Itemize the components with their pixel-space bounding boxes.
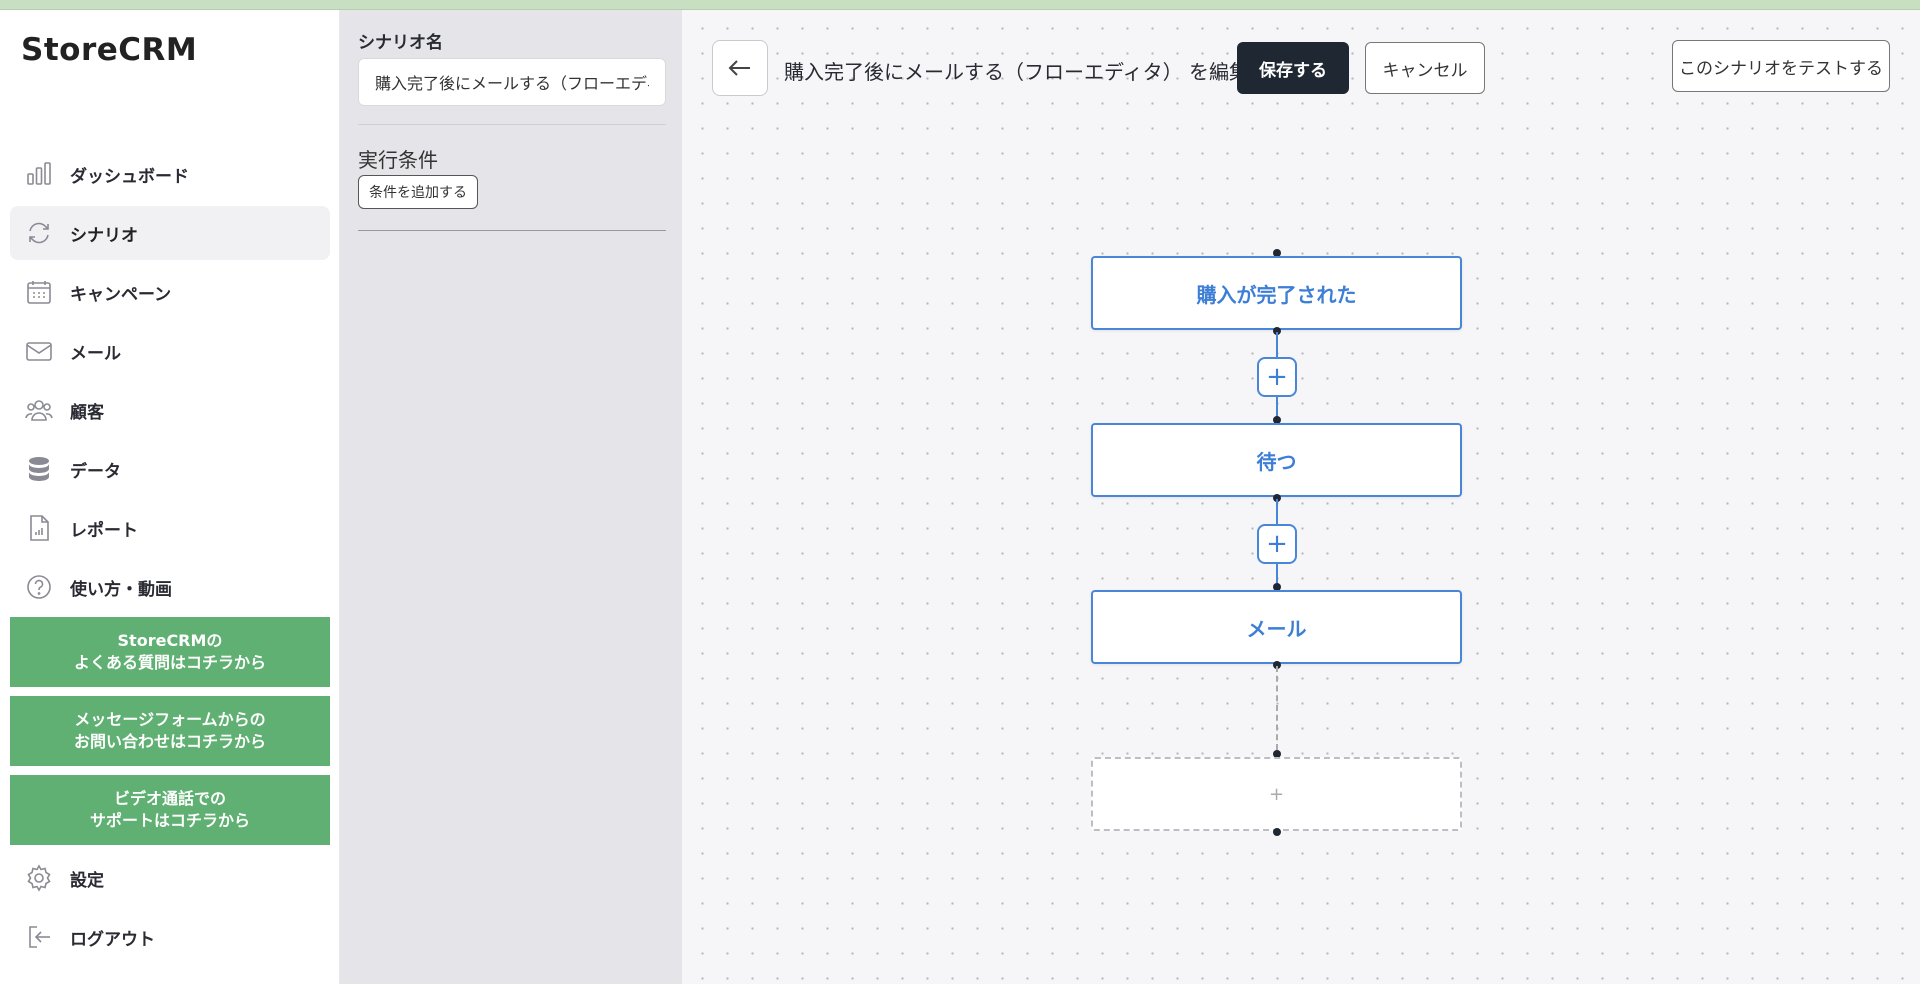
test-scenario-button[interactable]: このシナリオをテストする — [1672, 40, 1890, 92]
sidebar-item-reports[interactable]: レポート — [10, 501, 330, 555]
sidebar-item-label: 顧客 — [70, 402, 104, 423]
flow-node-placeholder[interactable]: + — [1091, 757, 1462, 831]
calendar-icon — [24, 277, 54, 307]
contact-form-button[interactable]: メッセージフォームからの お問い合わせはコチラから — [10, 696, 330, 766]
flow-connector-dashed — [1276, 666, 1278, 750]
cancel-button[interactable]: キャンセル — [1365, 42, 1485, 94]
condition-title: 実行条件 — [358, 148, 438, 172]
sidebar-item-mail[interactable]: メール — [10, 324, 330, 378]
save-button[interactable]: 保存する — [1237, 42, 1349, 94]
sidebar-item-label: レポート — [70, 520, 138, 541]
sidebar-item-logout[interactable]: ログアウト — [10, 910, 330, 964]
scenario-name-input[interactable] — [358, 58, 666, 106]
sidebar-item-customers[interactable]: 顧客 — [10, 383, 330, 437]
flow-node-mail[interactable]: メール — [1091, 590, 1462, 664]
flow-editor-canvas[interactable]: 購入完了後にメールする（フローエディタ） を編集中 保存する キャンセル このシ… — [682, 10, 1920, 984]
flow-node-wait[interactable]: 待つ — [1091, 423, 1462, 497]
sidebar-item-label: ログアウト — [70, 929, 155, 950]
video-support-button[interactable]: ビデオ通話での サポートはコチラから — [10, 775, 330, 845]
divider — [358, 124, 666, 125]
add-condition-button[interactable]: 条件を追加する — [358, 175, 478, 209]
divider — [358, 230, 666, 231]
bar-chart-icon — [24, 159, 54, 189]
gear-icon — [24, 863, 54, 893]
back-button[interactable] — [712, 40, 768, 96]
flow-node-trigger[interactable]: 購入が完了された — [1091, 256, 1462, 330]
sidebar-item-settings[interactable]: 設定 — [10, 851, 330, 905]
sidebar-item-label: ダッシュボード — [70, 166, 189, 187]
mail-icon — [24, 336, 54, 366]
connection-handle[interactable] — [1273, 828, 1281, 836]
sidebar-item-dashboard[interactable]: ダッシュボード — [10, 147, 330, 201]
sidebar-item-label: データ — [70, 461, 121, 482]
help-icon — [24, 572, 54, 602]
sidebar-item-campaign[interactable]: キャンペーン — [10, 265, 330, 319]
sidebar-item-help[interactable]: 使い方・動画 — [10, 560, 330, 614]
scenario-name-label: シナリオ名 — [358, 33, 443, 53]
arrow-left-icon — [728, 60, 750, 76]
sidebar: StoreCRM ダッシュボード シナリオ キャンペーン メール 顧客 データ … — [0, 10, 340, 984]
users-icon — [24, 395, 54, 425]
top-accent-bar — [0, 0, 1920, 10]
sidebar-bottom-nav: 設定 ログアウト — [10, 851, 330, 969]
scenario-settings-panel: シナリオ名 実行条件 条件を追加する — [340, 10, 682, 984]
sidebar-item-label: メール — [70, 343, 121, 364]
sidebar-item-label: 設定 — [70, 870, 104, 891]
report-icon — [24, 513, 54, 543]
sidebar-item-label: 使い方・動画 — [70, 579, 172, 600]
database-icon — [24, 454, 54, 484]
add-step-button[interactable]: + — [1257, 524, 1297, 564]
sidebar-item-label: シナリオ — [70, 225, 138, 246]
editing-title: 購入完了後にメールする（フローエディタ） を編集中 — [784, 60, 1269, 84]
faq-button[interactable]: StoreCRMの よくある質問はコチラから — [10, 617, 330, 687]
logout-icon — [24, 922, 54, 952]
app-logo: StoreCRM — [21, 32, 198, 68]
sidebar-nav: ダッシュボード シナリオ キャンペーン メール 顧客 データ レポート 使い方・… — [10, 147, 330, 619]
sidebar-item-label: キャンペーン — [70, 284, 172, 305]
sidebar-item-data[interactable]: データ — [10, 442, 330, 496]
refresh-icon — [24, 218, 54, 248]
add-step-button[interactable]: + — [1257, 357, 1297, 397]
sidebar-item-scenario[interactable]: シナリオ — [10, 206, 330, 260]
